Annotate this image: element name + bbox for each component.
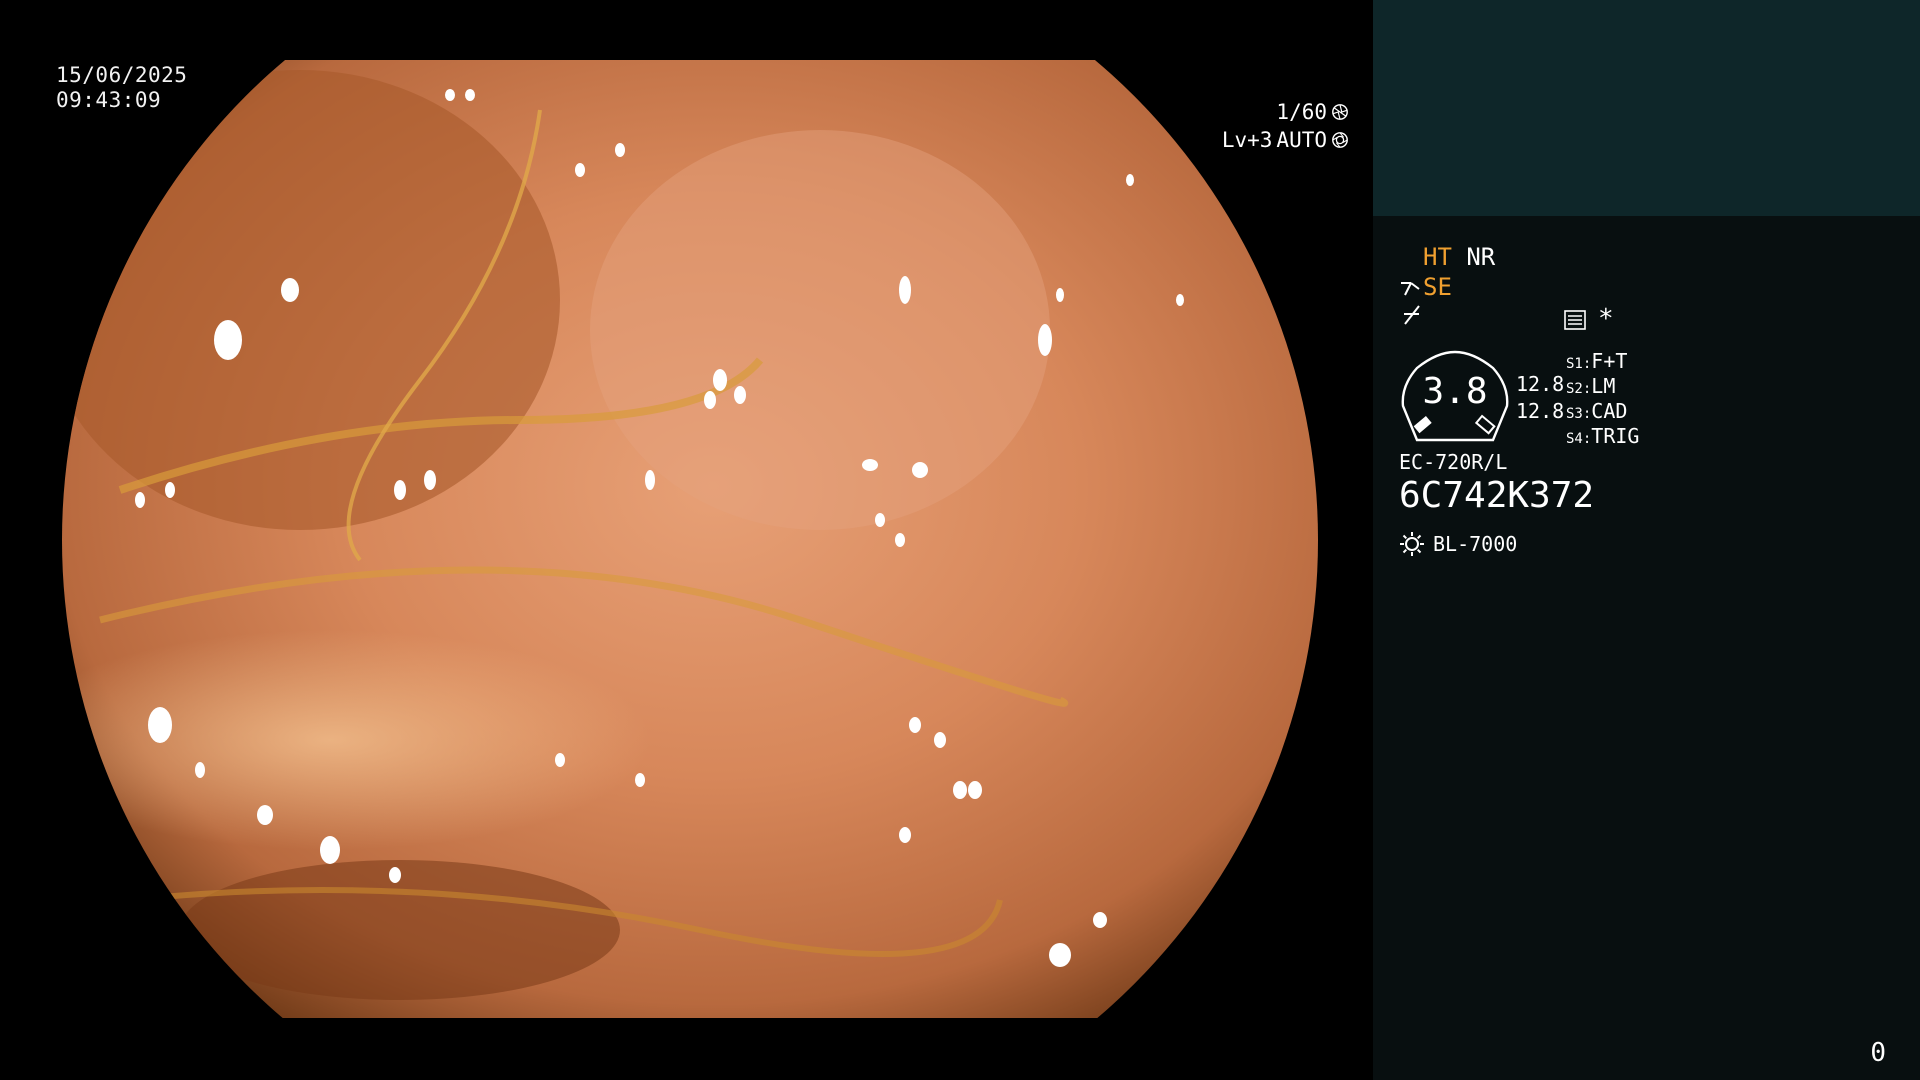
- exposure-info: 1/60 Lv+3 AUTO: [1089, 98, 1349, 154]
- light-source-row: BL-7000: [1399, 530, 1517, 558]
- scene-row-s1: S1:F+T: [1566, 349, 1628, 373]
- structure-enhance-row: SE: [1399, 273, 1452, 301]
- scene-key: S2: [1566, 381, 1583, 397]
- info-panel: HT NR SE * 3.8 12.8 12.8 S1:F+T S2:LM S3…: [1373, 0, 1920, 1080]
- scene-key: S3: [1566, 406, 1583, 422]
- gauge-value: 3.8: [1422, 371, 1488, 412]
- endoscope-viewport: 15/06/2025 09:43:09 1/60 Lv+3 AUTO: [0, 0, 1373, 1080]
- structure-enhance-icon: [1401, 282, 1420, 296]
- scope-serial: 6C742K372: [1399, 475, 1595, 516]
- gauge-side-value-1: 12.8: [1516, 372, 1565, 396]
- edge-enhance-row: [1401, 304, 1423, 332]
- mode-row: HT NR: [1423, 243, 1495, 271]
- star-icon: *: [1598, 304, 1614, 334]
- ht-label: HT: [1423, 243, 1452, 271]
- scene-row-s2: S2:LM: [1566, 374, 1616, 398]
- scene-key: S1: [1566, 356, 1583, 372]
- iris-mode-text: AUTO: [1276, 128, 1327, 152]
- scene-value: F+T: [1591, 349, 1628, 373]
- scene-value: TRIG: [1591, 424, 1640, 448]
- scene-row-s3: S3:CAD: [1566, 399, 1628, 423]
- panel-header-area: [1373, 0, 1920, 216]
- shutter-icon: [1332, 104, 1348, 120]
- image-counter: 0: [1870, 1038, 1886, 1068]
- light-source-text: BL-7000: [1433, 532, 1518, 556]
- menu-icon: [1564, 308, 1586, 336]
- iris-icon: [1332, 132, 1348, 148]
- scope-model: EC-720R/L: [1399, 450, 1508, 474]
- date-text: 15/06/2025: [56, 63, 188, 87]
- light-source-icon: [1400, 532, 1424, 556]
- gauge-side-value-2: 12.8: [1516, 399, 1565, 423]
- nr-label: NR: [1466, 243, 1496, 271]
- scene-key: S4: [1566, 431, 1583, 447]
- time-text: 09:43:09: [56, 88, 162, 112]
- endoscopic-image: [62, 60, 1318, 1018]
- se-label: SE: [1423, 273, 1452, 301]
- scene-value: CAD: [1591, 399, 1628, 423]
- shutter-text: 1/60: [1276, 100, 1327, 124]
- scene-value: LM: [1591, 374, 1616, 398]
- iris-level-text: Lv+3: [1221, 128, 1273, 152]
- edge-enhance-icon: [1404, 305, 1420, 325]
- scene-row-s4: S4:TRIG: [1566, 424, 1640, 448]
- date-time: 15/06/2025 09:43:09: [56, 63, 187, 113]
